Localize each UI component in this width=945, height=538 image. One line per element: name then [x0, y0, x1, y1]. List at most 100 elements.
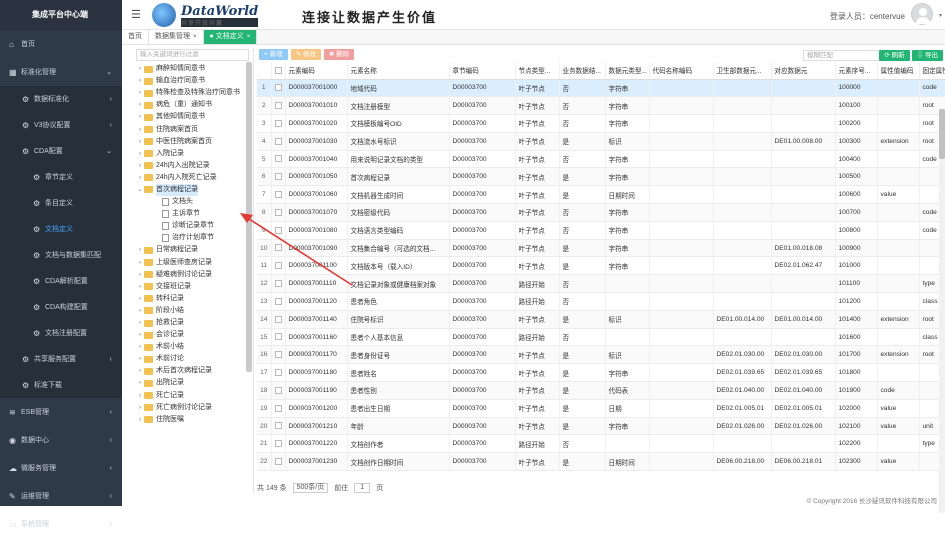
sidebar-item-13[interactable]: ⚙标准下载: [0, 372, 122, 398]
tree-scrollbar[interactable]: [246, 62, 252, 372]
row-checkbox[interactable]: [275, 422, 282, 429]
sidebar-item-12[interactable]: ⚙共享服务配置‹: [0, 346, 122, 372]
tab-2[interactable]: ● 文档定义×: [204, 30, 258, 44]
row-checkbox[interactable]: [275, 440, 282, 447]
row-checkbox[interactable]: [275, 333, 282, 340]
tree-node[interactable]: ›出院记录: [130, 377, 253, 389]
sidebar-item-8[interactable]: ⚙文档与数据集匹配: [0, 242, 122, 268]
refresh-button[interactable]: ⟳ 刷新: [879, 50, 909, 61]
row-checkbox[interactable]: [275, 458, 282, 465]
tree-node[interactable]: ›其他知情同意书: [130, 111, 253, 123]
close-icon[interactable]: ×: [193, 34, 197, 40]
search-input[interactable]: 模糊匹配: [803, 50, 883, 61]
row-checkbox[interactable]: [275, 280, 282, 287]
row-checkbox[interactable]: [275, 244, 282, 251]
table-row[interactable]: 16D000037001170患者身份证号D00003700叶子节点是标识DE0…: [257, 346, 945, 364]
tree-toggle-icon[interactable]: ›: [136, 63, 144, 75]
tree-toggle-icon[interactable]: ›: [136, 75, 144, 87]
tree-toggle-icon[interactable]: ›: [136, 305, 144, 317]
table-row[interactable]: 4D000037001030文档流水号标识D00003700叶子节点是标识DE0…: [257, 132, 945, 150]
tree-toggle-icon[interactable]: ›: [136, 390, 144, 402]
table-row[interactable]: 10D000037001090文档集合编号（可选的文档...D00003700叶…: [257, 239, 945, 257]
row-checkbox[interactable]: [275, 316, 282, 323]
table-row[interactable]: 11D000037001100文档版本号（载入ID）D00003700叶子节点是…: [257, 257, 945, 275]
table-row[interactable]: 12D000037001110文档记录对象或健康档案对象D00003700路径开…: [257, 275, 945, 293]
tab-1[interactable]: 数据集管理×: [149, 30, 204, 44]
tree-toggle-icon[interactable]: ›: [136, 244, 144, 256]
table-row[interactable]: 2D000037001010文档注册模型D00003700叶子节点否字符串100…: [257, 97, 945, 115]
sidebar-item-18[interactable]: ▭系统管理‹: [0, 510, 122, 538]
table-row[interactable]: 19D000037001200患者出生日期D00003700叶子节点是日期DE0…: [257, 399, 945, 417]
tree-node[interactable]: ›交接班记录: [130, 281, 253, 293]
tree-toggle-icon[interactable]: ›: [136, 111, 144, 123]
tree-node[interactable]: ›上级医师查房记录: [130, 257, 253, 269]
tree-toggle-icon[interactable]: ›: [136, 329, 144, 341]
sidebar-item-11[interactable]: ⚙文档注册配置: [0, 320, 122, 346]
table-row[interactable]: 3D000037001020文档模板编号OIDD00003700叶子节点否字符串…: [257, 115, 945, 133]
table-row[interactable]: 14D000037001140住院号标识D00003700叶子节点是标识DE01…: [257, 310, 945, 328]
sidebar-item-0[interactable]: ⌂首页: [0, 30, 122, 58]
table-row[interactable]: 1D000037001000地域代码D00003700叶子节点否字符串10000…: [257, 79, 945, 97]
row-checkbox[interactable]: [275, 387, 282, 394]
tree-node[interactable]: ›麻醉知情同意书: [130, 63, 253, 75]
table-row[interactable]: 15D000037001160患者个人基本信息D00003700路径开始否101…: [257, 328, 945, 346]
add-button[interactable]: + 新增: [259, 49, 288, 60]
row-checkbox[interactable]: [275, 120, 282, 127]
table-row[interactable]: 17D000037001180患者姓名D00003700叶子节点是字符串DE02…: [257, 364, 945, 382]
table-row[interactable]: 21D000037001220文档创作者D00003700路径开始否102200…: [257, 435, 945, 453]
tree-node[interactable]: ›死亡记录: [130, 390, 253, 402]
export-button[interactable]: ⇩ 导出: [912, 50, 943, 61]
page-input[interactable]: 1: [354, 483, 370, 493]
tree-toggle-icon[interactable]: ›: [136, 414, 144, 426]
tree-node[interactable]: ›会诊记录: [130, 329, 253, 341]
edit-button[interactable]: ✎ 修改: [291, 49, 321, 60]
row-checkbox[interactable]: [275, 191, 282, 198]
sidebar-item-4[interactable]: ⚙CDA配置⌄: [0, 138, 122, 164]
tree-node[interactable]: 主诉章节: [130, 208, 253, 220]
sidebar-item-1[interactable]: ▦标准化管理⌄: [0, 58, 122, 86]
row-checkbox[interactable]: [275, 369, 282, 376]
tree-node[interactable]: ›住院医嘱: [130, 414, 253, 426]
tree-node[interactable]: ›术前讨论: [130, 353, 253, 365]
tree-node[interactable]: ›入院记录: [130, 148, 253, 160]
sidebar-item-2[interactable]: ⚙数据标准化‹: [0, 86, 122, 112]
row-checkbox[interactable]: [275, 351, 282, 358]
tree-node[interactable]: ›抢救记录: [130, 317, 253, 329]
table-row[interactable]: 8D000037001070文档密级代码D00003700叶子节点否字符串100…: [257, 204, 945, 222]
sidebar-item-14[interactable]: ≋ESB管理‹: [0, 398, 122, 426]
tree-toggle-icon[interactable]: ›: [136, 124, 144, 136]
table-row[interactable]: 20D000037001210年龄D00003700叶子节点是字符串DE02.0…: [257, 417, 945, 435]
tree-toggle-icon[interactable]: ›: [136, 377, 144, 389]
tree-node[interactable]: ›特殊检查及特殊治疗同意书: [130, 87, 253, 99]
tree-toggle-icon[interactable]: ›: [136, 365, 144, 377]
tab-0[interactable]: 首页: [122, 30, 149, 44]
tree-toggle-icon[interactable]: ›: [136, 317, 144, 329]
menu-toggle-icon[interactable]: ☰: [131, 8, 141, 21]
tree-node[interactable]: ›阶段小结: [130, 305, 253, 317]
sidebar-item-5[interactable]: ⚙章节定义: [0, 164, 122, 190]
chevron-down-icon[interactable]: ▾: [939, 12, 942, 19]
row-checkbox[interactable]: [275, 102, 282, 109]
close-icon[interactable]: ×: [247, 34, 251, 40]
tree-toggle-icon[interactable]: ›: [136, 136, 144, 148]
table-scrollbar[interactable]: [939, 109, 945, 513]
tree-node[interactable]: 治疗计划章节: [130, 232, 253, 244]
tree-node[interactable]: ›24h内入出院记录: [130, 160, 253, 172]
table-row[interactable]: 6D000037001050首次病程记录D00003700叶子节点是字符串100…: [257, 168, 945, 186]
sidebar-item-3[interactable]: ⚙V3协议配置‹: [0, 112, 122, 138]
table-row[interactable]: 18D000037001190患者性别D00003700叶子节点是代码表DE02…: [257, 382, 945, 400]
tree-toggle-icon[interactable]: ›: [136, 402, 144, 414]
tree-node[interactable]: ›转科记录: [130, 293, 253, 305]
table-row[interactable]: 13D000037001120患者角色D00003700路径开始否101200c…: [257, 293, 945, 311]
tree-node[interactable]: ›输血治疗同意书: [130, 75, 253, 87]
delete-button[interactable]: ✖ 删除: [324, 49, 354, 60]
table-row[interactable]: 5D000037001040用来说明记录文档的类型D00003700叶子节点否字…: [257, 150, 945, 168]
tree-toggle-icon[interactable]: ›: [136, 99, 144, 111]
tree-node[interactable]: ›住院病案首页: [130, 123, 253, 135]
tree-toggle-icon[interactable]: ›: [136, 148, 144, 160]
tree-toggle-icon[interactable]: ›: [136, 353, 144, 365]
table-row[interactable]: 7D000037001060文档机器生成时间D00003700叶子节点是日期时间…: [257, 186, 945, 204]
tree-node[interactable]: ›24h内入院死亡记录: [130, 172, 253, 184]
table-row[interactable]: 9D000037001080文档语言类型编码D00003700叶子节点否字符串1…: [257, 221, 945, 239]
tree-node[interactable]: ›术后首次病程记录: [130, 365, 253, 377]
